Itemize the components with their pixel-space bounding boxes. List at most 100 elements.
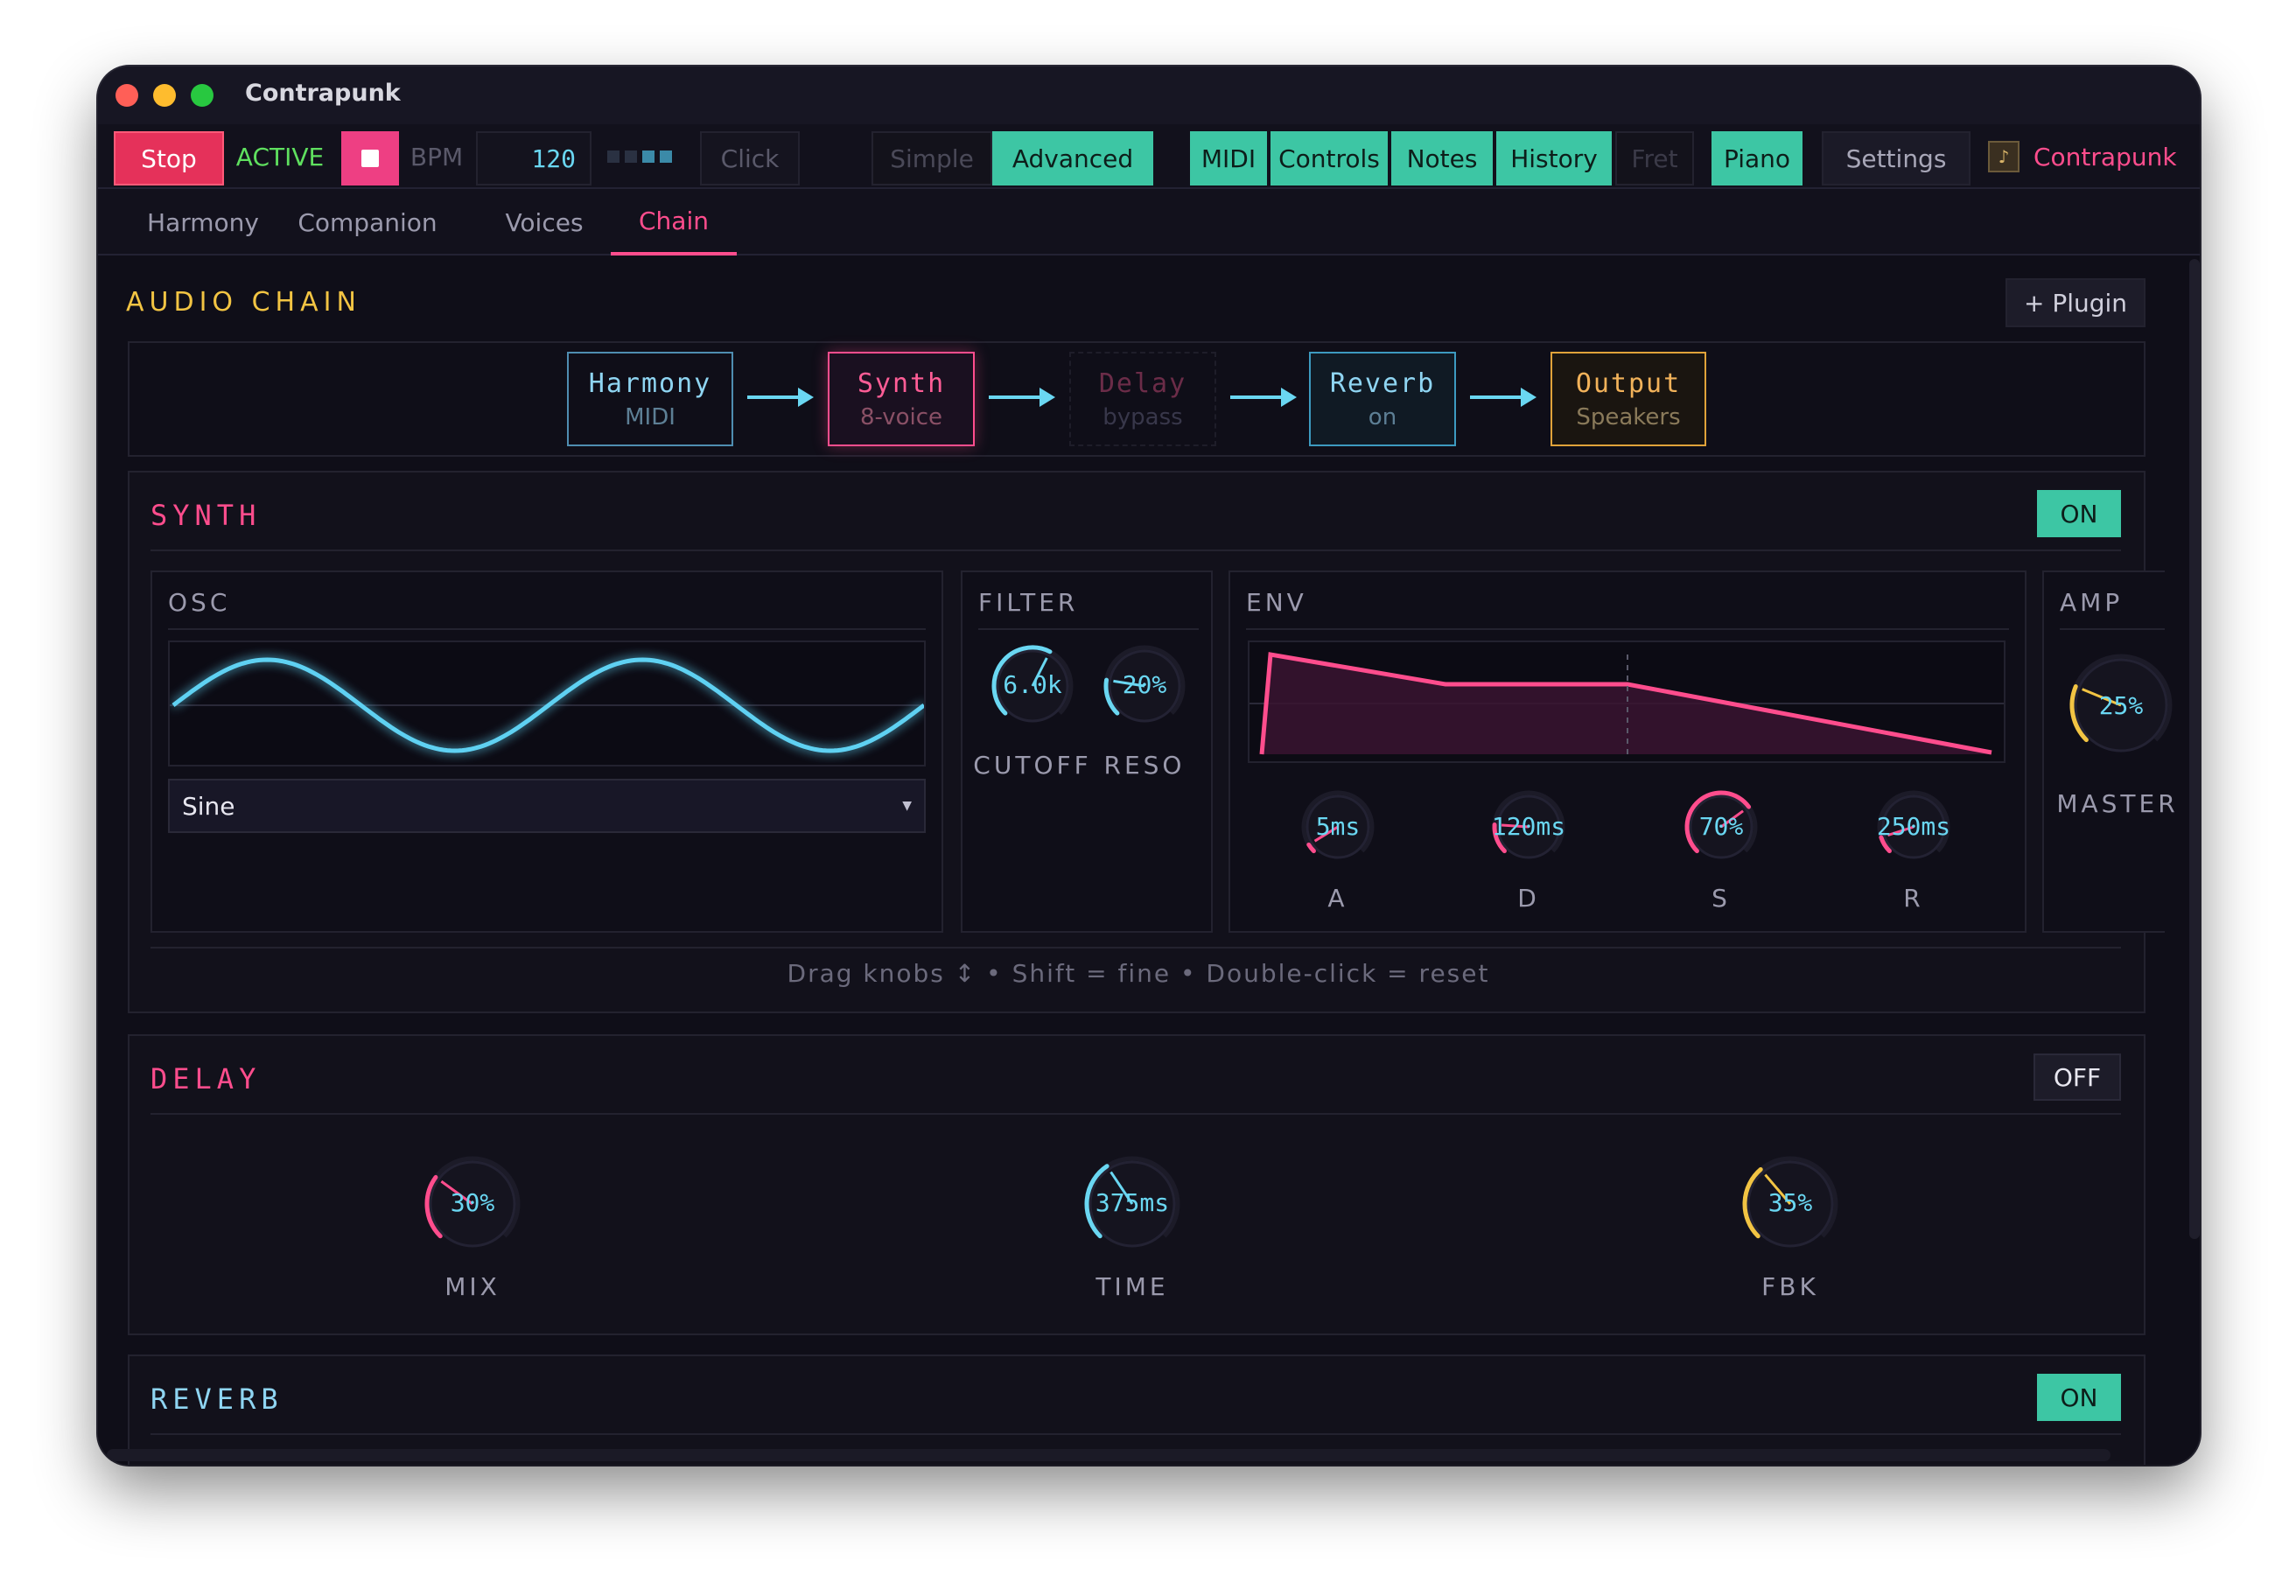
chain-node-output[interactable]: Output Speakers: [1550, 352, 1706, 446]
decay-value: 120ms: [1491, 812, 1566, 841]
feedback-label: FBK: [1761, 1272, 1819, 1301]
tab-harmony[interactable]: Harmony: [133, 189, 273, 256]
tab-chain[interactable]: Chain: [611, 189, 737, 256]
panel-fret-button[interactable]: Fret: [1615, 131, 1694, 186]
env-panel: ENV 5ms A 120ms D 70% S 250ms R: [1228, 570, 2026, 933]
filter-panel: FILTER 6.0k CUTOFF 20% RESO: [961, 570, 1213, 933]
horizontal-scrollbar[interactable]: [107, 1449, 2110, 1461]
envelope-display: [1248, 640, 2006, 763]
tab-companion[interactable]: Companion: [280, 189, 455, 256]
filter-label: FILTER: [978, 588, 1079, 617]
time-label: TIME: [1096, 1272, 1169, 1301]
divider: [150, 947, 2121, 948]
arrow-icon: [989, 388, 1055, 407]
panel-notes-button[interactable]: Notes: [1391, 131, 1493, 186]
osc-label: OSC: [168, 588, 231, 617]
audio-chain-title: AUDIO CHAIN: [126, 287, 361, 318]
reverb-toggle-button[interactable]: ON: [2037, 1374, 2121, 1421]
arrow-icon: [1230, 388, 1297, 407]
panel-controls-button[interactable]: Controls: [1270, 131, 1388, 186]
chain-node-delay[interactable]: Delay bypass: [1069, 352, 1216, 446]
chain-node-harmony[interactable]: Harmony MIDI: [567, 352, 733, 446]
chain-node-reverb[interactable]: Reverb on: [1309, 352, 1456, 446]
bpm-label: BPM: [410, 142, 464, 172]
click-toggle-button[interactable]: Click: [700, 131, 800, 186]
release-label: R: [1903, 884, 1924, 913]
divider: [150, 550, 2121, 551]
app-window: Contrapunk Stop ACTIVE BPM 120 Click Sim…: [98, 66, 2200, 1465]
status-label: ACTIVE: [235, 142, 325, 172]
release-value: 250ms: [1876, 812, 1951, 841]
beat-indicator: [604, 124, 676, 189]
arrow-icon: [747, 388, 814, 407]
tab-voices[interactable]: Voices: [474, 189, 614, 256]
decay-label: D: [1517, 884, 1540, 913]
panel-piano-button[interactable]: Piano: [1712, 131, 1802, 186]
chain-row: Harmony MIDI Synth 8-voice Delay bypass …: [128, 341, 2146, 457]
brand-badge[interactable]: ♪ Contrapunk: [1988, 124, 2189, 189]
toolbar: Stop ACTIVE BPM 120 Click Simple Advance…: [98, 124, 2200, 189]
record-button[interactable]: [341, 131, 399, 186]
attack-label: A: [1327, 884, 1348, 913]
delay-panel: DELAY OFF 30% MIX 375ms TIME 35% FBK: [128, 1034, 2146, 1335]
mix-value: 30%: [450, 1188, 495, 1217]
reso-label: RESO: [1103, 751, 1186, 780]
close-window-icon[interactable]: [116, 84, 138, 107]
brand-logo-icon: ♪: [1988, 141, 2020, 172]
add-plugin-button[interactable]: + Plugin: [2006, 278, 2146, 327]
stop-square-icon: [361, 150, 379, 167]
feedback-value: 35%: [1768, 1188, 1813, 1217]
beat-dot-icon: [660, 150, 672, 163]
reverb-title: REVERB: [150, 1382, 284, 1416]
delay-title: DELAY: [150, 1062, 262, 1096]
stop-button[interactable]: Stop: [114, 131, 224, 186]
beat-dot-icon: [642, 150, 654, 163]
chain-node-synth[interactable]: Synth 8-voice: [828, 352, 975, 446]
title-bar: Contrapunk: [98, 66, 2200, 124]
divider: [978, 628, 1199, 630]
mode-simple-button[interactable]: Simple: [872, 131, 992, 186]
synth-title: SYNTH: [150, 499, 262, 532]
divider: [1246, 628, 2009, 630]
divider: [150, 1433, 2121, 1435]
divider: [168, 628, 926, 630]
amp-label: AMP: [2060, 588, 2124, 617]
waveform-select[interactable]: Sine ▼: [168, 779, 926, 833]
vertical-scrollbar[interactable]: [2189, 259, 2200, 1239]
cutoff-value: 6.0k: [1003, 670, 1062, 699]
panel-midi-button[interactable]: MIDI: [1190, 131, 1267, 186]
mode-advanced-button[interactable]: Advanced: [992, 131, 1153, 186]
settings-button[interactable]: Settings: [1822, 131, 1970, 186]
sustain-label: S: [1712, 884, 1731, 913]
panel-history-button[interactable]: History: [1496, 131, 1612, 186]
window-title: Contrapunk: [245, 80, 401, 107]
synth-toggle-button[interactable]: ON: [2037, 490, 2121, 537]
reso-value: 20%: [1122, 670, 1167, 699]
cutoff-label: CUTOFF: [973, 751, 1092, 780]
chain-content: AUDIO CHAIN + Plugin Harmony MIDI Synth …: [98, 257, 2189, 1465]
amp-panel: AMP 25% MASTER: [2042, 570, 2175, 933]
zoom-window-icon[interactable]: [191, 84, 214, 107]
mix-label: MIX: [444, 1272, 500, 1301]
bpm-input[interactable]: 120: [476, 131, 592, 186]
beat-dot-icon: [625, 150, 637, 163]
master-label: MASTER: [2056, 789, 2179, 818]
sustain-value: 70%: [1698, 812, 1744, 841]
minimize-window-icon[interactable]: [153, 84, 176, 107]
arrow-icon: [1470, 388, 1536, 407]
attack-value: 5ms: [1315, 812, 1361, 841]
env-label: ENV: [1246, 588, 1307, 617]
divider: [2060, 628, 2165, 630]
waveform-display: [168, 640, 926, 766]
knob-hint: Drag knobs ↕ • Shift = fine • Double-cli…: [787, 959, 1490, 988]
osc-panel: OSC Sine ▼: [150, 570, 943, 933]
time-value: 375ms: [1095, 1188, 1170, 1217]
chevron-down-icon: ▼: [902, 799, 912, 813]
divider: [150, 1113, 2121, 1115]
beat-dot-icon: [607, 150, 620, 163]
synth-panel: SYNTH ON OSC Sine ▼ FILTER 6.0k CUTOFF 2…: [128, 471, 2175, 1013]
master-value: 25%: [2098, 691, 2144, 720]
delay-toggle-button[interactable]: OFF: [2034, 1054, 2121, 1101]
brand-label: Contrapunk: [2034, 142, 2177, 172]
tab-bar: Harmony Companion Voices Chain: [98, 189, 2200, 256]
